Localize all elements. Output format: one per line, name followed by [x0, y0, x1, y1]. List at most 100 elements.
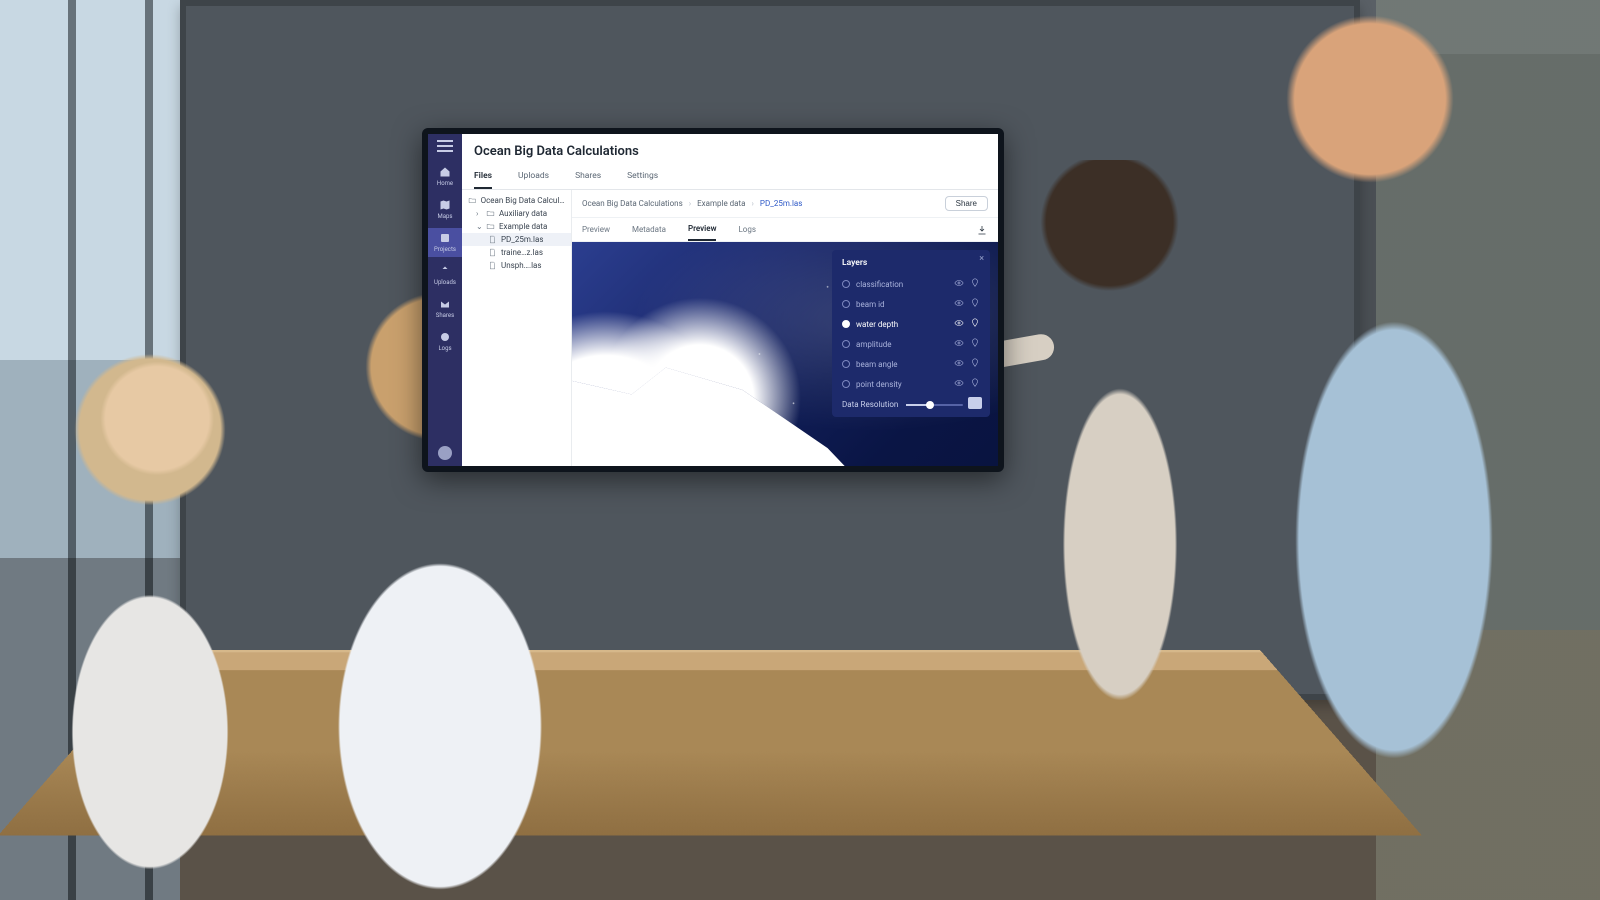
pin-icon[interactable]	[970, 338, 980, 350]
layer-label: beam angle	[856, 360, 898, 369]
layer-label: beam id	[856, 300, 885, 309]
subtab-metadata[interactable]: Metadata	[632, 219, 666, 240]
primary-tabs: Files Uploads Shares Settings	[462, 165, 998, 190]
menu-icon[interactable]	[437, 140, 453, 152]
eye-icon[interactable]	[954, 278, 964, 290]
download-icon[interactable]	[976, 224, 988, 236]
eye-icon[interactable]	[954, 318, 964, 330]
layer-label: classification	[856, 280, 903, 289]
radio-icon[interactable]	[842, 320, 850, 328]
user-avatar[interactable]	[438, 446, 452, 460]
tab-settings[interactable]: Settings	[627, 165, 658, 189]
content-panel: Ocean Big Data Calculations › Example da…	[572, 190, 998, 466]
legend-toggle-icon[interactable]	[968, 397, 982, 409]
radio-icon[interactable]	[842, 340, 850, 348]
crumb-file: PD_25m.las	[760, 199, 802, 208]
tree-root[interactable]: Ocean Big Data Calcula…	[462, 194, 571, 207]
chevron-down-icon: ⌄	[476, 222, 482, 231]
crumb-project[interactable]: Ocean Big Data Calculations	[582, 199, 683, 208]
main-panel: Ocean Big Data Calculations Files Upload…	[462, 134, 998, 466]
projects-icon	[439, 232, 451, 244]
eye-icon[interactable]	[954, 378, 964, 390]
tab-uploads[interactable]: Uploads	[518, 165, 549, 189]
layer-label: point density	[856, 380, 902, 389]
tree-file-traine[interactable]: traine…z.las	[462, 246, 571, 259]
title-bar: Ocean Big Data Calculations	[462, 134, 998, 165]
layer-beam-id[interactable]: beam id	[842, 294, 980, 314]
nav-home[interactable]: Home	[428, 162, 462, 191]
tree-folder-label: Auxiliary data	[499, 209, 547, 218]
file-subtabs: Preview Metadata Preview Logs	[572, 218, 998, 242]
nav-shares[interactable]: Shares	[428, 294, 462, 323]
nav-maps[interactable]: Maps	[428, 195, 462, 224]
map-icon	[439, 199, 451, 211]
close-icon[interactable]: ×	[979, 254, 984, 264]
chevron-right-icon: ›	[689, 199, 691, 208]
tree-folder-auxiliary[interactable]: › Auxiliary data	[462, 207, 571, 220]
tab-shares[interactable]: Shares	[575, 165, 601, 189]
layer-label: water depth	[856, 320, 898, 329]
pin-icon[interactable]	[970, 378, 980, 390]
file-tree: Ocean Big Data Calcula… › Auxiliary data…	[462, 190, 572, 466]
layers-title: Layers	[842, 258, 980, 268]
layer-water-depth[interactable]: water depth	[842, 314, 980, 334]
resolution-label: Data Resolution	[842, 400, 898, 409]
nav-projects[interactable]: Projects	[428, 228, 462, 257]
crumb-folder[interactable]: Example data	[697, 199, 745, 208]
layer-point-density[interactable]: point density	[842, 374, 980, 394]
wall-display: Home Maps Projects Uploads Shares	[422, 128, 1004, 472]
upload-icon	[439, 265, 451, 277]
subtab-preview-1[interactable]: Preview	[582, 219, 610, 240]
tree-folder-label: Example data	[499, 222, 547, 231]
pin-icon[interactable]	[970, 278, 980, 290]
eye-icon[interactable]	[954, 358, 964, 370]
layer-classification[interactable]: classification	[842, 274, 980, 294]
radio-icon[interactable]	[842, 280, 850, 288]
folder-icon	[468, 196, 477, 205]
tree-file-label: PD_25m.las	[501, 235, 543, 244]
nav-home-label: Home	[437, 180, 453, 187]
pin-icon[interactable]	[970, 318, 980, 330]
radio-icon[interactable]	[842, 380, 850, 388]
app-screen: Home Maps Projects Uploads Shares	[428, 134, 998, 466]
subtab-preview-2[interactable]: Preview	[688, 218, 717, 241]
file-icon	[488, 261, 497, 270]
nav-logs[interactable]: Logs	[428, 327, 462, 356]
nav-projects-label: Projects	[434, 246, 456, 253]
layer-amplitude[interactable]: amplitude	[842, 334, 980, 354]
slider-thumb[interactable]	[926, 401, 934, 409]
tree-folder-example[interactable]: ⌄ Example data	[462, 220, 571, 233]
radio-icon[interactable]	[842, 300, 850, 308]
layer-beam-angle[interactable]: beam angle	[842, 354, 980, 374]
nav-rail: Home Maps Projects Uploads Shares	[428, 134, 462, 466]
tree-file-label: traine…z.las	[501, 248, 543, 257]
nav-uploads-label: Uploads	[434, 279, 456, 286]
nav-uploads[interactable]: Uploads	[428, 261, 462, 290]
pin-icon[interactable]	[970, 298, 980, 310]
share-button[interactable]: Share	[945, 196, 988, 211]
radio-icon[interactable]	[842, 360, 850, 368]
chevron-right-icon: ›	[752, 199, 754, 208]
subtab-logs[interactable]: Logs	[738, 219, 756, 240]
layer-label: amplitude	[856, 340, 892, 349]
tab-files[interactable]: Files	[474, 165, 492, 189]
shares-icon	[439, 298, 451, 310]
nav-maps-label: Maps	[438, 213, 453, 220]
eye-icon[interactable]	[954, 338, 964, 350]
eye-icon[interactable]	[954, 298, 964, 310]
breadcrumb: Ocean Big Data Calculations › Example da…	[572, 190, 998, 218]
folder-icon	[486, 209, 495, 218]
page-title: Ocean Big Data Calculations	[474, 144, 986, 159]
resolution-slider[interactable]	[906, 404, 963, 406]
pin-icon[interactable]	[970, 358, 980, 370]
tree-file-unsph[interactable]: Unsph….las	[462, 259, 571, 272]
nav-logs-label: Logs	[438, 345, 451, 352]
tree-root-label: Ocean Big Data Calcula…	[481, 196, 565, 205]
data-resolution-row: Data Resolution 15	[842, 400, 980, 409]
chevron-right-icon: ›	[476, 209, 482, 218]
tree-file-pd25m[interactable]: PD_25m.las	[462, 233, 571, 246]
pointcloud-viewer[interactable]: × Layers classification	[572, 242, 998, 466]
layers-panel: × Layers classification	[832, 250, 990, 417]
room-background: Home Maps Projects Uploads Shares	[0, 0, 1600, 900]
person-standing-right	[1210, 0, 1600, 900]
